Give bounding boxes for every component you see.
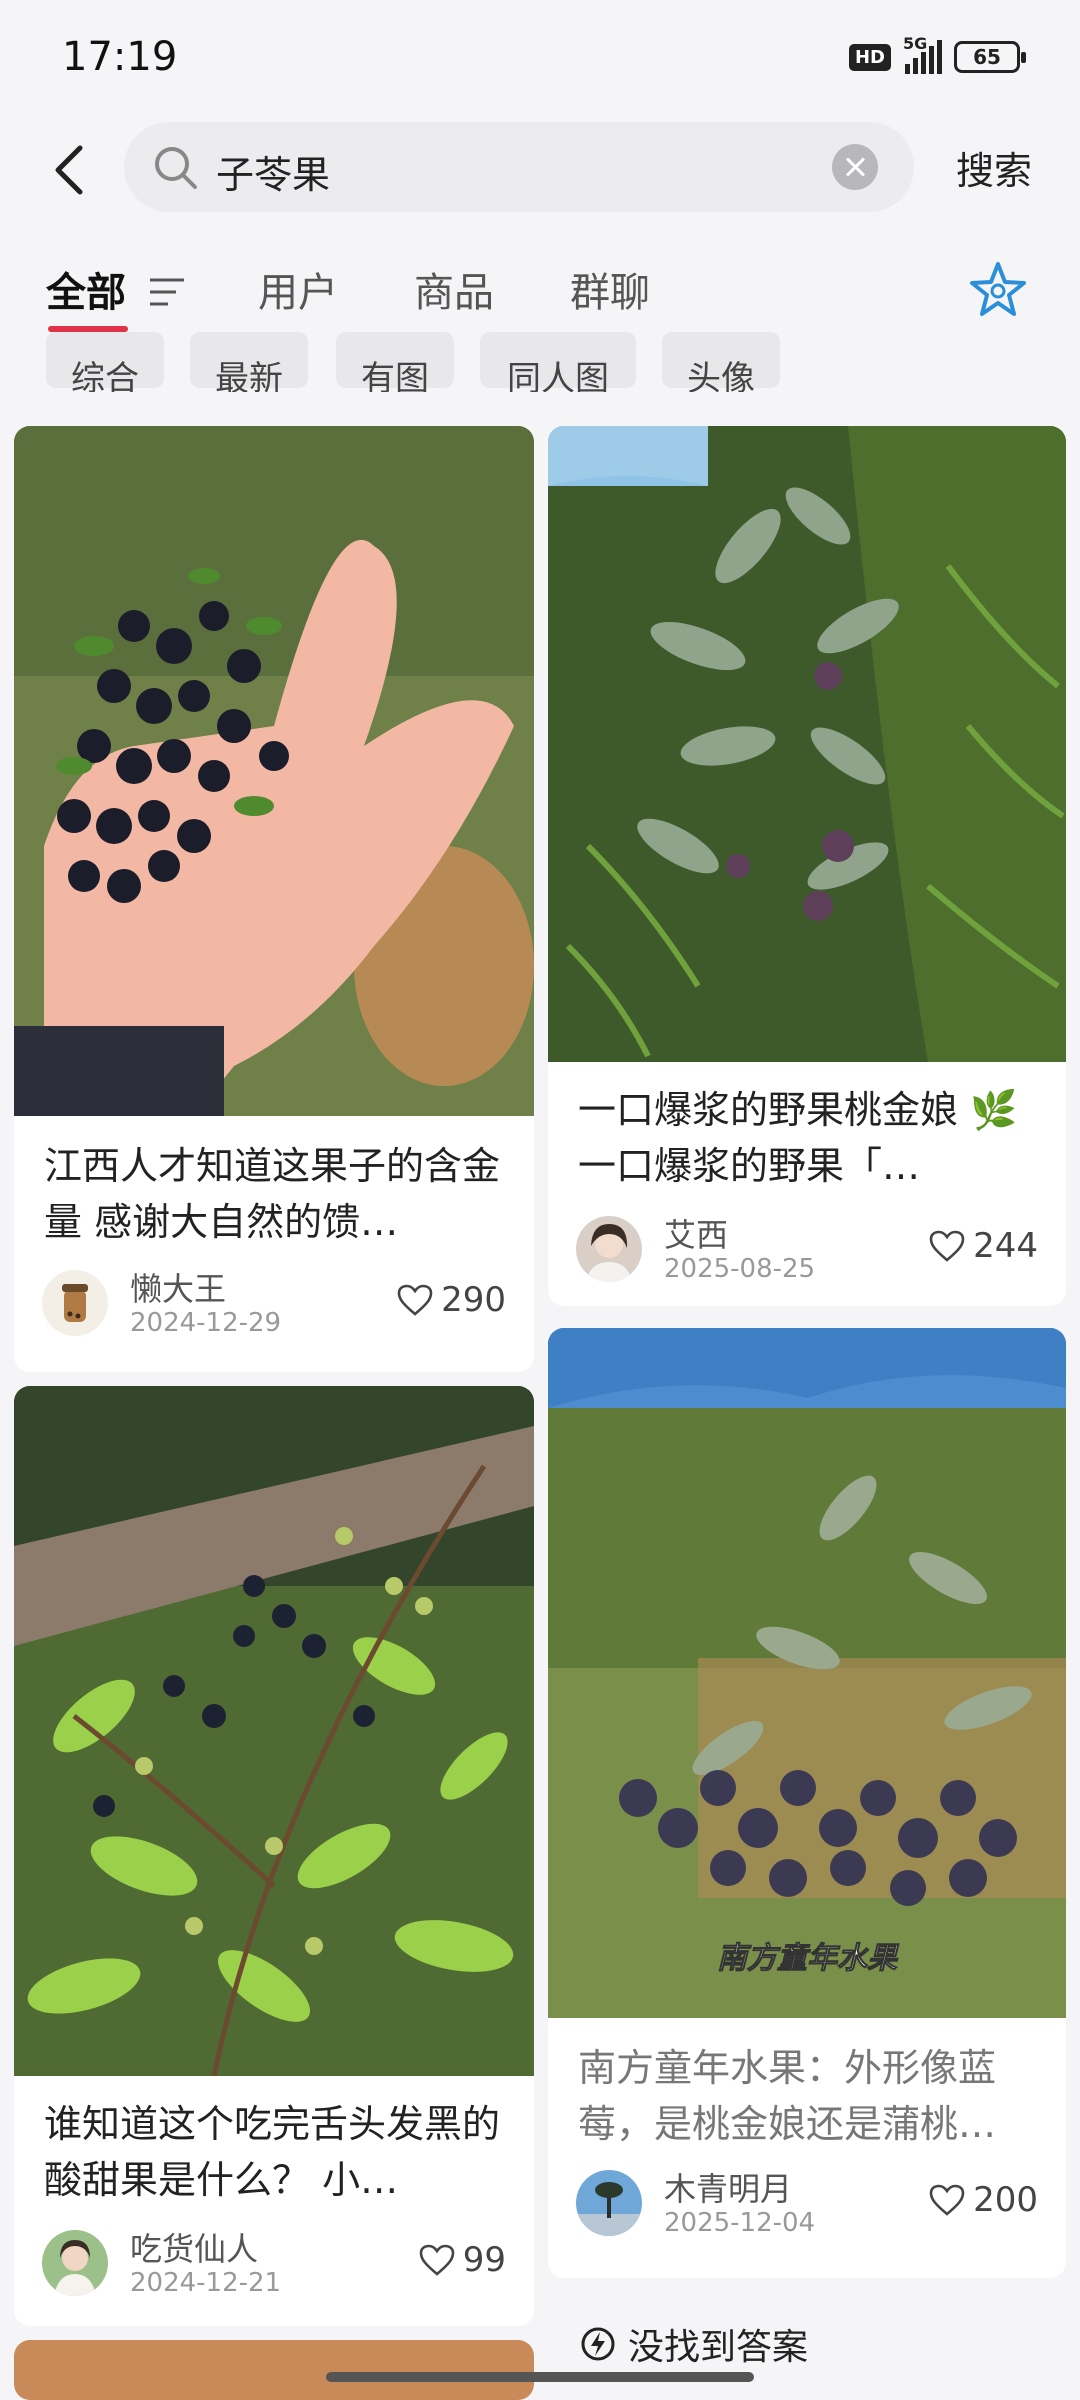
author-name[interactable]: 艾西 [664,1210,728,1256]
no-answer-label: 没找到答案 [628,2327,809,2368]
avatar[interactable] [576,1216,642,1282]
chip-with-images[interactable]: 有图 [336,332,454,392]
post-date: 2024-12-29 [130,1308,282,1338]
heart-icon [419,2244,455,2276]
search-button[interactable]: 搜索 [956,140,1032,195]
tab-group-chats[interactable]: 群聊 [570,260,650,318]
post-image[interactable] [548,426,1066,1062]
chip-fan-art[interactable]: 同人图 [480,332,636,392]
post-card[interactable]: 谁知道这个吃完舌头发黑的酸甜果是什么？ 小… 吃货仙人 2024-12-21 9… [14,1386,534,2326]
heart-icon [929,2184,965,2216]
author-name[interactable]: 木青明月 [664,2164,792,2210]
hd-badge: HD [848,43,891,71]
avatar[interactable] [42,2230,108,2296]
post-date: 2025-12-04 [664,2208,816,2238]
avatar[interactable] [42,1270,108,1336]
like-button[interactable]: 290 [397,1280,506,1320]
image-caption: 南方童年水果 [717,1941,900,1975]
like-count: 200 [973,2180,1038,2220]
post-card[interactable]: 江西人才知道这果子的含金量 感谢大自然的馈… 懒大王 2024-12-29 29… [14,426,534,1372]
post-date: 2025-08-25 [664,1254,816,1284]
heart-icon [929,1230,965,1262]
post-meta: 懒大王 2024-12-29 290 [42,1264,506,1344]
post-image[interactable] [14,426,534,1116]
post-meta: 吃货仙人 2024-12-21 99 [42,2224,506,2304]
like-count: 99 [462,2240,506,2280]
lightning-icon [581,2327,615,2361]
status-bar: 17:19 HD 5G 65 [0,0,1080,110]
filter-icon[interactable] [148,276,188,312]
berry-branch-photo [14,1386,534,2076]
post-meta: 木青明月 2025-12-04 200 [576,2164,1038,2244]
post-card[interactable]: 一口爆浆的野果桃金娘 🌿 一口爆浆的野果「… 艾西 2025-08-25 244 [548,426,1066,1306]
post-title: 江西人才知道这果子的含金量 感谢大自然的馈… [44,1144,501,1244]
chip-avatar[interactable]: 头像 [662,332,780,392]
search-icon [155,147,197,189]
status-time: 17:19 [62,34,178,80]
home-indicator[interactable] [326,2372,754,2382]
filter-chips: 综合 最新 有图 同人图 头像 [0,332,1080,392]
chevron-left-icon [55,145,83,195]
tab-users[interactable]: 用户 [258,260,338,318]
search-input[interactable]: 子苓果 [124,122,914,212]
no-answer-link[interactable]: 没找到答案 [580,2318,808,2370]
like-count: 244 [973,1226,1038,1266]
post-meta: 艾西 2025-08-25 244 [576,1210,1038,1290]
signal-label: 5G [903,34,928,53]
post-image[interactable] [14,1386,534,2076]
post-card[interactable]: 南方童年水果 南方童年水果：外形像蓝莓，是桃金娘还是蒲桃… 木青明月 2025-… [548,1328,1066,2278]
signal-icon: 5G [903,34,942,74]
post-title: 一口爆浆的野果桃金娘 🌿 一口爆浆的野果「… [578,1088,1018,1188]
post-title: 南方童年水果：外形像蓝莓，是桃金娘还是蒲桃… [578,2046,997,2146]
tab-all[interactable]: 全部 [46,260,126,318]
back-button[interactable] [42,140,98,200]
like-button[interactable]: 99 [419,2240,506,2280]
status-icons: HD 5G 65 [848,34,1026,74]
battery-icon: 65 [954,41,1026,73]
shrub-photo [548,426,1066,1062]
post-date: 2024-12-21 [130,2268,282,2298]
like-button[interactable]: 244 [929,1226,1038,1266]
myrtle-shrub-photo: 南方童年水果 [548,1328,1066,2018]
author-name[interactable]: 吃货仙人 [130,2224,258,2270]
chip-latest[interactable]: 最新 [190,332,308,392]
author-name[interactable]: 懒大王 [130,1264,226,1310]
search-header: 子苓果 搜索 [0,110,1080,230]
like-button[interactable]: 200 [929,2180,1038,2220]
berries-in-hand-photo [14,426,534,1116]
chip-comprehensive[interactable]: 综合 [46,332,164,392]
clear-icon[interactable] [832,144,878,190]
tab-products[interactable]: 商品 [414,260,494,318]
ai-star-icon[interactable] [968,260,1028,320]
post-title: 谁知道这个吃完舌头发黑的酸甜果是什么？ 小… [44,2102,501,2202]
post-image[interactable]: 南方童年水果 [548,1328,1066,2018]
like-count: 290 [441,1280,506,1320]
heart-icon [397,1284,433,1316]
avatar[interactable] [576,2170,642,2236]
search-query: 子苓果 [216,153,331,197]
post-card-partial[interactable] [14,2340,534,2400]
